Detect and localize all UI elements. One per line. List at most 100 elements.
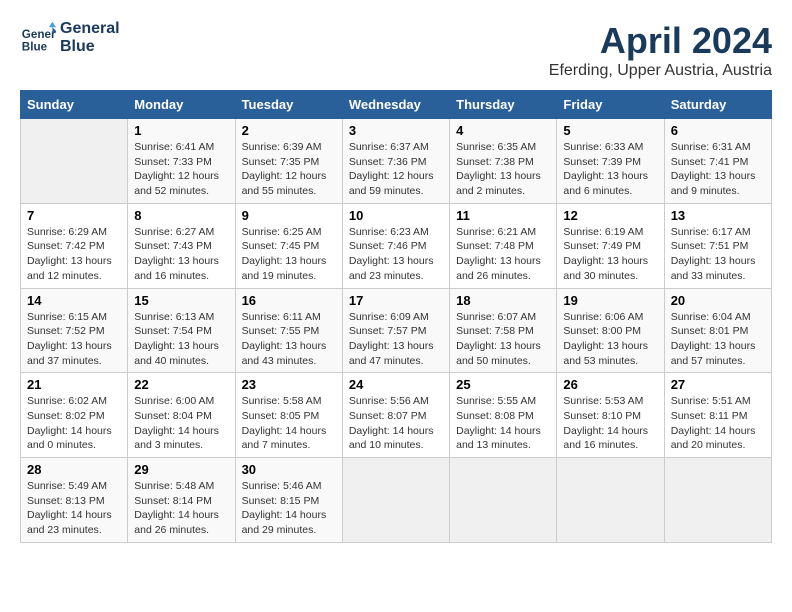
day-info: Sunrise: 6:33 AMSunset: 7:39 PMDaylight:… <box>563 140 657 199</box>
day-info: Sunrise: 6:41 AMSunset: 7:33 PMDaylight:… <box>134 140 228 199</box>
calendar-day-cell: 5 Sunrise: 6:33 AMSunset: 7:39 PMDaylight… <box>557 119 664 204</box>
calendar-day-cell: 4 Sunrise: 6:35 AMSunset: 7:38 PMDaylight… <box>450 119 557 204</box>
day-number: 1 <box>134 123 228 138</box>
calendar-day-cell <box>450 458 557 543</box>
calendar-day-cell <box>342 458 449 543</box>
calendar-day-cell: 24 Sunrise: 5:56 AMSunset: 8:07 PMDayligh… <box>342 373 449 458</box>
day-number: 5 <box>563 123 657 138</box>
svg-text:General: General <box>22 28 56 41</box>
weekday-header: Tuesday <box>235 91 342 119</box>
day-info: Sunrise: 6:31 AMSunset: 7:41 PMDaylight:… <box>671 140 765 199</box>
calendar-day-cell: 15Sunrise: 6:13 AMSunset: 7:54 PMDayligh… <box>128 288 235 373</box>
day-info: Sunrise: 6:23 AMSunset: 7:46 PMDaylight:… <box>349 225 443 284</box>
day-info: Sunrise: 6:27 AMSunset: 7:43 PMDaylight:… <box>134 225 228 284</box>
calendar-day-cell: 22 Sunrise: 6:00 AMSunset: 8:04 PMDayligh… <box>128 373 235 458</box>
calendar-day-cell: 30Sunrise: 5:46 AMSunset: 8:15 PMDayligh… <box>235 458 342 543</box>
weekday-header: Monday <box>128 91 235 119</box>
day-number: 30 <box>242 462 336 477</box>
calendar-day-cell: 12 Sunrise: 6:19 AMSunset: 7:49 PMDayligh… <box>557 203 664 288</box>
day-number: 10 <box>349 208 443 223</box>
day-number: 23 <box>242 377 336 392</box>
calendar-day-cell: 2Sunrise: 6:39 AMSunset: 7:35 PMDaylight… <box>235 119 342 204</box>
day-info: Sunrise: 6:35 AMSunset: 7:38 PMDaylight:… <box>456 140 550 199</box>
location-subtitle: Eferding, Upper Austria, Austria <box>549 62 772 80</box>
calendar-week-row: 28 Sunrise: 5:49 AMSunset: 8:13 PMDayligh… <box>21 458 772 543</box>
calendar-day-cell: 21 Sunrise: 6:02 AMSunset: 8:02 PMDayligh… <box>21 373 128 458</box>
day-number: 13 <box>671 208 765 223</box>
calendar-day-cell <box>21 119 128 204</box>
weekday-header: Saturday <box>664 91 771 119</box>
calendar-week-row: 7 Sunrise: 6:29 AMSunset: 7:42 PMDaylight… <box>21 203 772 288</box>
day-number: 17 <box>349 293 443 308</box>
day-number: 15 <box>134 293 228 308</box>
calendar-day-cell: 14Sunrise: 6:15 AMSunset: 7:52 PMDayligh… <box>21 288 128 373</box>
day-number: 7 <box>27 208 121 223</box>
day-info: Sunrise: 6:15 AMSunset: 7:52 PMDaylight:… <box>27 310 121 369</box>
day-number: 18 <box>456 293 550 308</box>
day-number: 4 <box>456 123 550 138</box>
day-info: Sunrise: 5:55 AMSunset: 8:08 PMDaylight:… <box>456 394 550 453</box>
day-info: Sunrise: 5:56 AMSunset: 8:07 PMDaylight:… <box>349 394 443 453</box>
day-number: 8 <box>134 208 228 223</box>
day-info: Sunrise: 6:02 AMSunset: 8:02 PMDaylight:… <box>27 394 121 453</box>
calendar-table: SundayMondayTuesdayWednesdayThursdayFrid… <box>20 90 772 543</box>
day-number: 21 <box>27 377 121 392</box>
day-number: 24 <box>349 377 443 392</box>
day-info: Sunrise: 6:17 AMSunset: 7:51 PMDaylight:… <box>671 225 765 284</box>
svg-text:Blue: Blue <box>22 41 48 54</box>
calendar-day-cell: 3Sunrise: 6:37 AMSunset: 7:36 PMDaylight… <box>342 119 449 204</box>
calendar-day-cell: 10 Sunrise: 6:23 AMSunset: 7:46 PMDayligh… <box>342 203 449 288</box>
calendar-day-cell: 29 Sunrise: 5:48 AMSunset: 8:14 PMDayligh… <box>128 458 235 543</box>
calendar-week-row: 1 Sunrise: 6:41 AMSunset: 7:33 PMDaylight… <box>21 119 772 204</box>
calendar-day-cell: 26 Sunrise: 5:53 AMSunset: 8:10 PMDayligh… <box>557 373 664 458</box>
logo: General Blue GeneralBlue <box>20 20 120 56</box>
day-info: Sunrise: 6:04 AMSunset: 8:01 PMDaylight:… <box>671 310 765 369</box>
calendar-day-cell: 17Sunrise: 6:09 AMSunset: 7:57 PMDayligh… <box>342 288 449 373</box>
day-number: 29 <box>134 462 228 477</box>
title-block: April 2024 Eferding, Upper Austria, Aust… <box>549 20 772 80</box>
page-header: General Blue GeneralBlue April 2024 Efer… <box>20 20 772 80</box>
day-info: Sunrise: 6:06 AMSunset: 8:00 PMDaylight:… <box>563 310 657 369</box>
day-info: Sunrise: 5:48 AMSunset: 8:14 PMDaylight:… <box>134 479 228 538</box>
day-number: 20 <box>671 293 765 308</box>
weekday-header: Sunday <box>21 91 128 119</box>
calendar-day-cell: 27 Sunrise: 5:51 AMSunset: 8:11 PMDayligh… <box>664 373 771 458</box>
weekday-header-row: SundayMondayTuesdayWednesdayThursdayFrid… <box>21 91 772 119</box>
calendar-day-cell: 6Sunrise: 6:31 AMSunset: 7:41 PMDaylight… <box>664 119 771 204</box>
day-number: 22 <box>134 377 228 392</box>
logo-text: GeneralBlue <box>60 20 120 56</box>
day-info: Sunrise: 6:07 AMSunset: 7:58 PMDaylight:… <box>456 310 550 369</box>
day-info: Sunrise: 5:49 AMSunset: 8:13 PMDaylight:… <box>27 479 121 538</box>
calendar-day-cell: 16 Sunrise: 6:11 AMSunset: 7:55 PMDayligh… <box>235 288 342 373</box>
day-number: 19 <box>563 293 657 308</box>
calendar-day-cell: 20 Sunrise: 6:04 AMSunset: 8:01 PMDayligh… <box>664 288 771 373</box>
calendar-day-cell: 18 Sunrise: 6:07 AMSunset: 7:58 PMDayligh… <box>450 288 557 373</box>
calendar-day-cell <box>664 458 771 543</box>
day-number: 26 <box>563 377 657 392</box>
day-number: 12 <box>563 208 657 223</box>
calendar-day-cell: 1 Sunrise: 6:41 AMSunset: 7:33 PMDaylight… <box>128 119 235 204</box>
calendar-day-cell: 23 Sunrise: 5:58 AMSunset: 8:05 PMDayligh… <box>235 373 342 458</box>
day-info: Sunrise: 6:00 AMSunset: 8:04 PMDaylight:… <box>134 394 228 453</box>
calendar-day-cell: 7 Sunrise: 6:29 AMSunset: 7:42 PMDaylight… <box>21 203 128 288</box>
day-number: 9 <box>242 208 336 223</box>
day-info: Sunrise: 5:53 AMSunset: 8:10 PMDaylight:… <box>563 394 657 453</box>
calendar-day-cell: 11 Sunrise: 6:21 AMSunset: 7:48 PMDayligh… <box>450 203 557 288</box>
day-info: Sunrise: 5:51 AMSunset: 8:11 PMDaylight:… <box>671 394 765 453</box>
calendar-day-cell: 8 Sunrise: 6:27 AMSunset: 7:43 PMDaylight… <box>128 203 235 288</box>
day-info: Sunrise: 6:29 AMSunset: 7:42 PMDaylight:… <box>27 225 121 284</box>
month-year-title: April 2024 <box>549 20 772 62</box>
day-info: Sunrise: 6:11 AMSunset: 7:55 PMDaylight:… <box>242 310 336 369</box>
calendar-day-cell: 28 Sunrise: 5:49 AMSunset: 8:13 PMDayligh… <box>21 458 128 543</box>
day-number: 3 <box>349 123 443 138</box>
day-info: Sunrise: 6:21 AMSunset: 7:48 PMDaylight:… <box>456 225 550 284</box>
day-number: 27 <box>671 377 765 392</box>
day-number: 11 <box>456 208 550 223</box>
day-info: Sunrise: 6:39 AMSunset: 7:35 PMDaylight:… <box>242 140 336 199</box>
day-info: Sunrise: 6:19 AMSunset: 7:49 PMDaylight:… <box>563 225 657 284</box>
weekday-header: Friday <box>557 91 664 119</box>
day-number: 28 <box>27 462 121 477</box>
day-info: Sunrise: 5:58 AMSunset: 8:05 PMDaylight:… <box>242 394 336 453</box>
day-number: 16 <box>242 293 336 308</box>
calendar-day-cell: 25Sunrise: 5:55 AMSunset: 8:08 PMDayligh… <box>450 373 557 458</box>
